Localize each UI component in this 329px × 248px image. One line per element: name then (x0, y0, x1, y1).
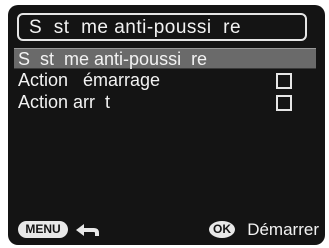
back-arrow-icon (76, 224, 99, 236)
menu-item-label: Action arr t (18, 92, 111, 112)
menu-button[interactable]: MENU (18, 221, 68, 238)
page-title: S st me anti-poussi re (29, 17, 242, 38)
shutdown-action-checkbox[interactable] (276, 95, 292, 111)
start-action-label: Démarrer (247, 220, 319, 239)
menu-item-startup-action[interactable]: Action émarrage (14, 70, 316, 91)
menu-item-label: S st me anti-poussi re (18, 49, 208, 69)
title-box: S st me anti-poussi re (17, 13, 307, 41)
menu-list: S st me anti-poussi re Action émarrage A… (14, 48, 316, 114)
ok-button[interactable]: OK (209, 221, 235, 238)
camera-menu-screen: S st me anti-poussi re S st me anti-pous… (8, 5, 325, 245)
menu-item-label: Action émarrage (18, 70, 161, 90)
menu-item-dust-removal[interactable]: S st me anti-poussi re (14, 48, 316, 69)
bottom-bar: MENU OK Démarrer (8, 215, 325, 245)
startup-action-checkbox[interactable] (276, 73, 292, 89)
menu-item-shutdown-action[interactable]: Action arr t (14, 92, 316, 113)
